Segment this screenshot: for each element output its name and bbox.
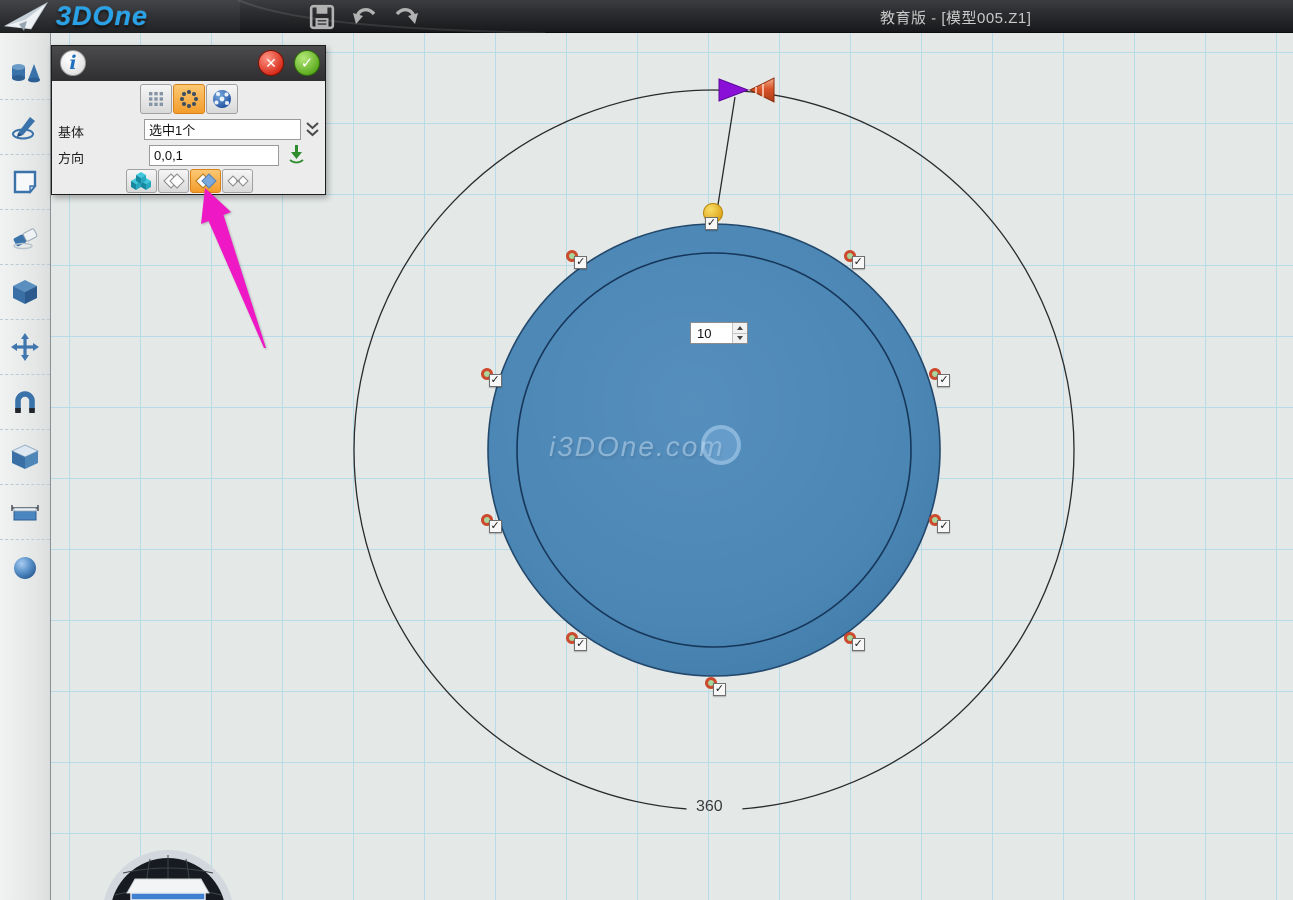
circular-pattern-icon [179, 89, 199, 109]
diamond-both-icon [225, 172, 251, 190]
instance-count-input[interactable] [691, 323, 732, 343]
navcube-front-face[interactable] [131, 893, 205, 900]
pattern-instance-marker: ✓ [481, 514, 493, 526]
magnet-icon [11, 389, 39, 415]
tab-spherical-pattern[interactable] [206, 84, 238, 114]
expand-chevrons-icon[interactable] [305, 120, 320, 138]
sidebar-item-sketch[interactable] [0, 100, 50, 155]
sidebar-item-material[interactable] [0, 540, 50, 595]
instance-checkbox[interactable]: ✓ [574, 256, 587, 269]
section-icon [10, 500, 40, 524]
instance-checkbox[interactable]: ✓ [574, 638, 587, 651]
instance-checkbox[interactable]: ✓ [852, 638, 865, 651]
sidebar-item-move[interactable] [0, 320, 50, 375]
undo-icon[interactable] [352, 4, 378, 30]
option-direction-both[interactable] [222, 169, 253, 193]
sidebar-item-sketch-plane[interactable] [0, 155, 50, 210]
base-label: 基体 [58, 122, 84, 141]
pattern-instance-marker: ✓ [844, 250, 856, 262]
spinner-down-button[interactable] [733, 334, 747, 344]
primitives-icon [9, 59, 41, 85]
material-sphere-icon [12, 555, 38, 581]
navcube-top-face[interactable] [127, 879, 209, 893]
paper-plane-icon [4, 1, 50, 32]
dialog-titlebar[interactable] [52, 46, 325, 81]
instance-checkbox[interactable]: ✓ [713, 683, 726, 696]
instance-checkbox[interactable]: ✓ [937, 520, 950, 533]
sidebar-item-section[interactable] [0, 485, 50, 540]
view-navigation-ball[interactable] [95, 843, 245, 900]
spinner-up-button[interactable] [733, 323, 747, 334]
sidebar-item-eraser[interactable] [0, 210, 50, 265]
application-window: 360 ✓✓✓✓✓✓✓✓✓✓ i3DOne.com 3DOne [0, 0, 1293, 900]
pattern-instance-marker: ✓ [705, 677, 717, 689]
watermark-text: i3DOne.com [549, 431, 725, 463]
base-input[interactable] [144, 119, 301, 140]
sidebar-item-solid[interactable] [0, 265, 50, 320]
pattern-source-marker: ✓ [703, 203, 723, 223]
instance-checkbox[interactable]: ✓ [937, 374, 950, 387]
option-direction-right[interactable] [190, 169, 221, 193]
tab-linear-pattern[interactable] [140, 84, 172, 114]
up-arrow-icon [737, 326, 743, 330]
pattern-instance-marker: ✓ [481, 368, 493, 380]
instance-checkbox[interactable]: ✓ [489, 520, 502, 533]
document-title: 教育版 - [模型005.Z1] [880, 7, 1031, 28]
cube-icon [11, 278, 39, 306]
down-arrow-icon [737, 336, 743, 340]
spherical-pattern-icon [212, 89, 232, 109]
tab-circular-pattern[interactable] [173, 84, 205, 114]
app-logo: 3DOne [4, 1, 148, 32]
sketch-plane-icon [11, 169, 39, 195]
sidebar-item-face-edit[interactable] [0, 430, 50, 485]
move-icon [10, 332, 40, 362]
pattern-instance-marker: ✓ [929, 514, 941, 526]
pattern-dialog: i ✕ ✓ [51, 45, 326, 195]
linear-pattern-icon [148, 91, 164, 107]
direction-label: 方向 [58, 148, 84, 167]
save-icon[interactable] [309, 4, 335, 30]
info-icon: i [60, 50, 86, 76]
pick-direction-icon[interactable] [288, 144, 305, 164]
pattern-instance-marker: ✓ [566, 250, 578, 262]
pattern-instance-marker: ✓ [566, 632, 578, 644]
instance-count-spinner[interactable] [690, 322, 748, 344]
toolbar-sidebar [0, 33, 51, 900]
sketch-pencil-icon [10, 113, 40, 141]
pattern-instance-marker: ✓ [929, 368, 941, 380]
app-name: 3DOne [56, 1, 148, 32]
spinner-buttons [732, 323, 747, 343]
titlebar: 3DOne 教育版 - [模型005.Z1] [0, 0, 1293, 33]
pattern-instance-marker: ✓ [844, 632, 856, 644]
instance-checkbox[interactable]: ✓ [489, 374, 502, 387]
diamond-right-icon [193, 172, 219, 190]
direction-input[interactable] [149, 145, 279, 166]
option-direction-left[interactable] [158, 169, 189, 193]
diamond-left-icon [161, 172, 187, 190]
stacked-cubes-icon [129, 171, 155, 191]
instance-checkbox[interactable]: ✓ [852, 256, 865, 269]
face-edit-icon [10, 444, 40, 470]
watermark-logo-icon [701, 425, 741, 465]
redo-icon[interactable] [393, 4, 419, 30]
sidebar-item-magnet[interactable] [0, 375, 50, 430]
sidebar-item-primitives[interactable] [0, 45, 50, 100]
cancel-button[interactable]: ✕ [258, 50, 284, 76]
confirm-button[interactable]: ✓ [294, 50, 320, 76]
option-pattern-geometry[interactable] [126, 169, 157, 193]
eraser-icon [10, 224, 40, 250]
instance-checkbox[interactable]: ✓ [705, 217, 718, 230]
